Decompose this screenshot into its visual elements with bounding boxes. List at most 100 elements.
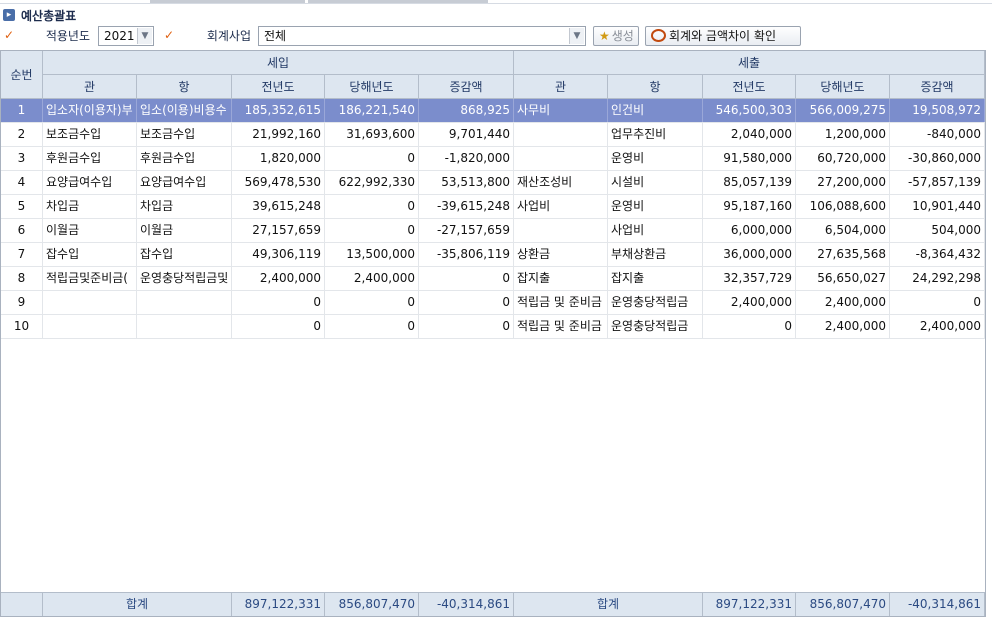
cell-exp-prev[interactable]: 91,580,000	[703, 147, 796, 170]
cell-exp-hang[interactable]: 운영비	[608, 147, 703, 170]
cell-seq[interactable]: 3	[1, 147, 43, 170]
cell-rev-curr[interactable]: 0	[325, 195, 419, 218]
header-seq[interactable]: 순번	[1, 51, 43, 99]
cell-exp-prev[interactable]: 2,040,000	[703, 123, 796, 146]
cell-rev-curr[interactable]: 31,693,600	[325, 123, 419, 146]
cell-rev-diff[interactable]: 0	[419, 315, 514, 338]
cell-rev-gwan[interactable]: 입소자(이용자)부	[43, 99, 137, 122]
cell-rev-diff[interactable]: -1,820,000	[419, 147, 514, 170]
chevron-down-icon[interactable]: ▼	[137, 28, 152, 44]
cell-rev-prev[interactable]: 185,352,615	[232, 99, 325, 122]
cell-exp-gwan[interactable]: 적립금 및 준비금	[514, 315, 608, 338]
table-row[interactable]: 8 적립금및준비금(운영충당적립금및 2,400,000 2,400,000 0 잡지출 잡…	[1, 267, 985, 291]
cell-rev-curr[interactable]: 2,400,000	[325, 267, 419, 290]
cell-exp-diff[interactable]: -30,860,000	[890, 147, 985, 170]
cell-exp-prev[interactable]: 95,187,160	[703, 195, 796, 218]
header-exp-curr[interactable]: 당해년도	[796, 75, 890, 99]
cell-rev-prev[interactable]: 49,306,119	[232, 243, 325, 266]
cell-exp-gwan[interactable]: 상환금	[514, 243, 608, 266]
cell-exp-curr[interactable]: 106,088,600	[796, 195, 890, 218]
cell-rev-curr[interactable]: 0	[325, 219, 419, 242]
cell-rev-hang[interactable]: 후원금수입	[137, 147, 232, 170]
header-exp-hang[interactable]: 항	[608, 75, 703, 99]
cell-exp-gwan[interactable]: 재산조성비	[514, 171, 608, 194]
cell-rev-gwan[interactable]	[43, 315, 137, 338]
cell-exp-prev[interactable]: 6,000,000	[703, 219, 796, 242]
cell-exp-diff[interactable]: 0	[890, 291, 985, 314]
cell-rev-prev[interactable]: 21,992,160	[232, 123, 325, 146]
year-select[interactable]: 2021 ▼	[98, 26, 154, 46]
table-row[interactable]: 9 0 0 0 적립금 및 준비금 운영충당적립금 2,400,000 2,400,000 0	[1, 291, 985, 315]
cell-exp-hang[interactable]: 사업비	[608, 219, 703, 242]
cell-rev-prev[interactable]: 39,615,248	[232, 195, 325, 218]
header-rev-prev[interactable]: 전년도	[232, 75, 325, 99]
generate-button[interactable]: ★ 생성	[593, 26, 639, 46]
cell-seq[interactable]: 7	[1, 243, 43, 266]
cell-exp-diff[interactable]: 10,901,440	[890, 195, 985, 218]
cell-rev-hang[interactable]	[137, 291, 232, 314]
cell-exp-curr[interactable]: 2,400,000	[796, 315, 890, 338]
cell-seq[interactable]: 1	[1, 99, 43, 122]
cell-rev-hang[interactable]: 운영충당적립금및	[137, 267, 232, 290]
cell-exp-prev[interactable]: 2,400,000	[703, 291, 796, 314]
cell-exp-hang[interactable]: 운영비	[608, 195, 703, 218]
header-exp-prev[interactable]: 전년도	[703, 75, 796, 99]
cell-exp-hang[interactable]: 업무추진비	[608, 123, 703, 146]
table-row[interactable]: 4 요양급여수입 요양급여수입 569,478,530 622,992,330 53,51…	[1, 171, 985, 195]
cell-rev-diff[interactable]: 0	[419, 267, 514, 290]
cell-exp-hang[interactable]: 운영충당적립금	[608, 315, 703, 338]
cell-rev-diff[interactable]: -39,615,248	[419, 195, 514, 218]
cell-rev-hang[interactable]: 보조금수입	[137, 123, 232, 146]
cell-exp-gwan[interactable]: 사무비	[514, 99, 608, 122]
header-rev-curr[interactable]: 당해년도	[325, 75, 419, 99]
cell-rev-hang[interactable]: 이월금	[137, 219, 232, 242]
table-row[interactable]: 6 이월금 이월금 27,157,659 0 -27,157,659 사업비 6,000,00…	[1, 219, 985, 243]
cell-rev-diff[interactable]: 53,513,800	[419, 171, 514, 194]
cell-exp-prev[interactable]: 85,057,139	[703, 171, 796, 194]
table-row[interactable]: 2 보조금수입 보조금수입 21,992,160 31,693,600 9,701,440…	[1, 123, 985, 147]
cell-exp-gwan[interactable]	[514, 147, 608, 170]
cell-rev-gwan[interactable]: 요양급여수입	[43, 171, 137, 194]
header-rev-hang[interactable]: 항	[137, 75, 232, 99]
cell-exp-prev[interactable]: 36,000,000	[703, 243, 796, 266]
cell-exp-hang[interactable]: 운영충당적립금	[608, 291, 703, 314]
cell-rev-hang[interactable]: 입소(이용)비용수	[137, 99, 232, 122]
cell-rev-curr[interactable]: 13,500,000	[325, 243, 419, 266]
cell-rev-curr[interactable]: 622,992,330	[325, 171, 419, 194]
account-select[interactable]: 전체 ▼	[258, 26, 586, 46]
table-row[interactable]: 1 입소자(이용자)부 입소(이용)비용수 185,352,615 186,221,54…	[1, 99, 985, 123]
cell-rev-gwan[interactable]: 이월금	[43, 219, 137, 242]
cell-rev-gwan[interactable]	[43, 291, 137, 314]
cell-seq[interactable]: 10	[1, 315, 43, 338]
cell-rev-gwan[interactable]: 보조금수입	[43, 123, 137, 146]
cell-rev-gwan[interactable]: 적립금및준비금(	[43, 267, 137, 290]
cell-exp-prev[interactable]: 546,500,303	[703, 99, 796, 122]
cell-rev-hang[interactable]: 잡수입	[137, 243, 232, 266]
cell-exp-diff[interactable]: 504,000	[890, 219, 985, 242]
table-row[interactable]: 7 잡수입 잡수입 49,306,119 13,500,000 -35,806,119 상환…	[1, 243, 985, 267]
header-rev-diff[interactable]: 증감액	[419, 75, 514, 99]
cell-rev-curr[interactable]: 0	[325, 147, 419, 170]
cell-exp-prev[interactable]: 0	[703, 315, 796, 338]
cell-rev-curr[interactable]: 0	[325, 315, 419, 338]
cell-exp-curr[interactable]: 27,200,000	[796, 171, 890, 194]
cell-exp-hang[interactable]: 시설비	[608, 171, 703, 194]
cell-exp-diff[interactable]: 24,292,298	[890, 267, 985, 290]
cell-exp-diff[interactable]: 19,508,972	[890, 99, 985, 122]
cell-rev-gwan[interactable]: 잡수입	[43, 243, 137, 266]
cell-rev-prev[interactable]: 27,157,659	[232, 219, 325, 242]
cell-rev-diff[interactable]: 9,701,440	[419, 123, 514, 146]
cell-rev-prev[interactable]: 1,820,000	[232, 147, 325, 170]
cell-exp-prev[interactable]: 32,357,729	[703, 267, 796, 290]
cell-exp-curr[interactable]: 60,720,000	[796, 147, 890, 170]
cell-seq[interactable]: 2	[1, 123, 43, 146]
cell-exp-gwan[interactable]	[514, 123, 608, 146]
cell-exp-hang[interactable]: 잡지출	[608, 267, 703, 290]
cell-rev-prev[interactable]: 0	[232, 291, 325, 314]
cell-rev-curr[interactable]: 0	[325, 291, 419, 314]
cell-exp-diff[interactable]: -8,364,432	[890, 243, 985, 266]
cell-exp-hang[interactable]: 인건비	[608, 99, 703, 122]
cell-rev-prev[interactable]: 2,400,000	[232, 267, 325, 290]
cell-rev-gwan[interactable]: 차입금	[43, 195, 137, 218]
cell-exp-hang[interactable]: 부채상환금	[608, 243, 703, 266]
